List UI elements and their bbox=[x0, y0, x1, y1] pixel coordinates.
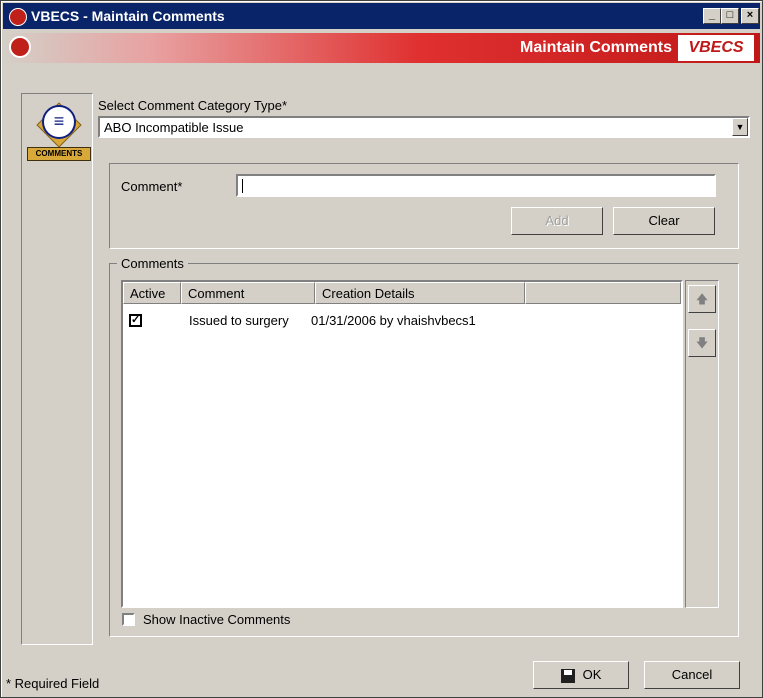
vbecs-logo: VBECS bbox=[678, 35, 754, 61]
maximize-button[interactable]: □ bbox=[721, 8, 739, 24]
add-button[interactable]: Add bbox=[511, 207, 603, 235]
speech-bubble-icon: ≡ bbox=[42, 105, 76, 139]
show-inactive-checkbox[interactable] bbox=[122, 613, 135, 626]
comment-label: Comment* bbox=[121, 179, 183, 194]
ok-button[interactable]: OK bbox=[533, 661, 629, 689]
required-field-note: * Required Field bbox=[6, 676, 100, 691]
banner-title: Maintain Comments bbox=[519, 39, 672, 56]
row-active-checkbox[interactable]: ✓ bbox=[129, 314, 142, 327]
close-button[interactable]: × bbox=[741, 8, 759, 24]
window-title: VBECS - Maintain Comments bbox=[31, 8, 225, 24]
vbecs-drop-icon bbox=[9, 36, 31, 58]
vbecs-drop-icon bbox=[9, 8, 27, 26]
row-comment: Issued to surgery bbox=[189, 313, 289, 328]
side-panel bbox=[21, 93, 93, 645]
show-inactive-label[interactable]: Show Inactive Comments bbox=[143, 612, 290, 627]
comments-icon-label: COMMENTS bbox=[27, 147, 91, 161]
category-combobox[interactable]: ABO Incompatible Issue ▼ bbox=[98, 116, 750, 138]
save-disk-icon bbox=[560, 668, 575, 683]
minimize-button[interactable]: _ bbox=[703, 8, 721, 24]
chevron-down-icon[interactable]: ▼ bbox=[732, 118, 748, 136]
text-caret bbox=[242, 179, 243, 193]
column-header-creation-details[interactable]: Creation Details bbox=[315, 282, 525, 304]
column-header-filler bbox=[525, 282, 681, 304]
header-banner: Maintain Comments VBECS bbox=[3, 33, 760, 63]
move-up-button[interactable]: 🡅 bbox=[688, 285, 716, 313]
comment-input[interactable] bbox=[236, 174, 716, 197]
table-row[interactable]: ✓ Issued to surgery 01/31/2006 by vhaish… bbox=[123, 308, 681, 330]
cancel-button[interactable]: Cancel bbox=[644, 661, 740, 689]
title-bar: VBECS - Maintain Comments _ □ × bbox=[3, 3, 760, 29]
column-header-active[interactable]: Active bbox=[123, 282, 181, 304]
maintain-comments-window: VBECS - Maintain Comments _ □ × Maintain… bbox=[0, 0, 763, 698]
ok-label: OK bbox=[582, 667, 602, 682]
column-header-comment[interactable]: Comment bbox=[181, 282, 315, 304]
clear-button[interactable]: Clear bbox=[613, 207, 715, 235]
category-label: Select Comment Category Type* bbox=[98, 98, 288, 113]
comments-group-title: Comments bbox=[117, 256, 188, 271]
row-creation-details: 01/31/2006 by vhaishvbecs1 bbox=[311, 313, 476, 328]
reorder-column: 🡅 🡇 bbox=[685, 280, 719, 608]
move-down-button[interactable]: 🡇 bbox=[688, 329, 716, 357]
category-value: ABO Incompatible Issue bbox=[104, 120, 244, 135]
comments-grid[interactable]: Active Comment Creation Details ✓ Issued… bbox=[121, 280, 683, 608]
comments-icon: ≡ COMMENTS bbox=[27, 95, 91, 165]
